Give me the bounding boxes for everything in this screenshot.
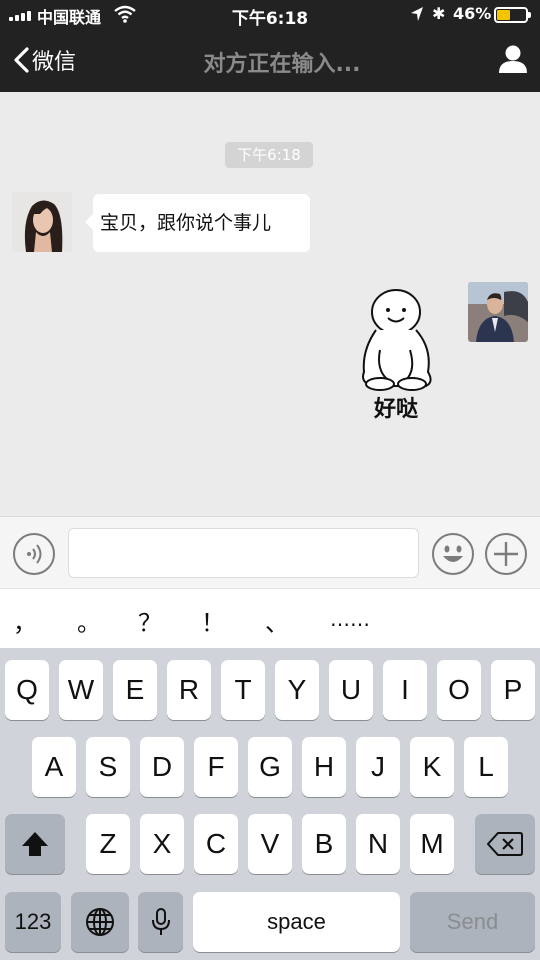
page-title: 对方正在输入... xyxy=(203,52,361,77)
send-key[interactable]: Send xyxy=(410,892,535,952)
key-m[interactable]: M xyxy=(410,814,454,874)
sticker-image[interactable]: 好哒 xyxy=(350,280,442,430)
key-a[interactable]: A xyxy=(32,737,76,797)
key-k[interactable]: K xyxy=(410,737,454,797)
input-bar xyxy=(0,516,540,588)
key-x[interactable]: X xyxy=(140,814,184,874)
key-e[interactable]: E xyxy=(113,660,157,720)
timestamp-badge: 下午6:18 xyxy=(225,142,313,168)
punct-key[interactable]: ？ xyxy=(138,603,162,638)
dictation-key[interactable] xyxy=(138,892,183,952)
shift-icon xyxy=(22,832,48,856)
status-bar: 中国联通 下午6:18 ✱ 46% xyxy=(0,0,540,30)
message-text: 宝贝，跟你说个事儿 xyxy=(100,212,272,234)
user-avatar[interactable] xyxy=(468,282,528,342)
key-s[interactable]: S xyxy=(86,737,130,797)
key-n[interactable]: N xyxy=(356,814,400,874)
numbers-key[interactable]: 123 xyxy=(5,892,61,952)
battery-percent: 46% xyxy=(453,4,492,23)
microphone-icon xyxy=(151,908,170,935)
profile-icon[interactable] xyxy=(496,42,530,76)
key-w[interactable]: W xyxy=(59,660,103,720)
key-c[interactable]: C xyxy=(194,814,238,874)
key-h[interactable]: H xyxy=(302,737,346,797)
top-bar: 中国联通 下午6:18 ✱ 46% 微信 对方正在输入... xyxy=(0,0,540,92)
voice-icon xyxy=(27,544,42,564)
key-o[interactable]: O xyxy=(437,660,481,720)
key-y[interactable]: Y xyxy=(275,660,319,720)
contact-avatar[interactable] xyxy=(12,192,72,252)
location-icon xyxy=(411,7,423,21)
key-b[interactable]: B xyxy=(302,814,346,874)
key-i[interactable]: I xyxy=(383,660,427,720)
emoji-button[interactable] xyxy=(432,533,474,575)
punct-key[interactable]: ， xyxy=(13,603,37,638)
key-v[interactable]: V xyxy=(248,814,292,874)
emoji-icon xyxy=(443,545,463,562)
globe-key[interactable] xyxy=(71,892,129,952)
punct-key[interactable]: …… xyxy=(330,607,370,631)
key-z[interactable]: Z xyxy=(86,814,130,874)
chat-area[interactable]: 下午6:18 宝贝，跟你说个事儿 好哒 xyxy=(0,92,540,516)
keyboard: Q W E R T Y U I O P A S D F G H J K L Z … xyxy=(0,648,540,960)
key-p[interactable]: P xyxy=(491,660,535,720)
space-key[interactable]: space xyxy=(193,892,400,952)
nav-bar: 微信 对方正在输入... xyxy=(0,30,540,92)
bluetooth-icon: ✱ xyxy=(432,4,446,23)
key-d[interactable]: D xyxy=(140,737,184,797)
backspace-key[interactable] xyxy=(475,814,535,874)
key-t[interactable]: T xyxy=(221,660,265,720)
punct-key[interactable]: 。 xyxy=(77,603,101,638)
key-j[interactable]: J xyxy=(356,737,400,797)
key-f[interactable]: F xyxy=(194,737,238,797)
punct-key[interactable]: ！ xyxy=(201,603,225,638)
key-g[interactable]: G xyxy=(248,737,292,797)
message-bubble-received[interactable]: 宝贝，跟你说个事儿 xyxy=(85,194,310,252)
key-r[interactable]: R xyxy=(167,660,211,720)
plus-button[interactable] xyxy=(485,533,527,575)
shift-key[interactable] xyxy=(5,814,65,874)
key-q[interactable]: Q xyxy=(5,660,49,720)
battery-icon xyxy=(494,7,531,23)
punctuation-row: ， 。 ？ ！ 、 …… xyxy=(0,588,540,648)
key-u[interactable]: U xyxy=(329,660,373,720)
globe-icon xyxy=(86,908,114,936)
key-l[interactable]: L xyxy=(464,737,508,797)
message-input[interactable] xyxy=(68,528,419,578)
plus-icon xyxy=(494,542,518,566)
voice-button[interactable] xyxy=(13,533,55,575)
backspace-icon xyxy=(486,832,523,856)
sticker-text: 好哒 xyxy=(373,396,418,422)
punct-key[interactable]: 、 xyxy=(265,603,289,638)
